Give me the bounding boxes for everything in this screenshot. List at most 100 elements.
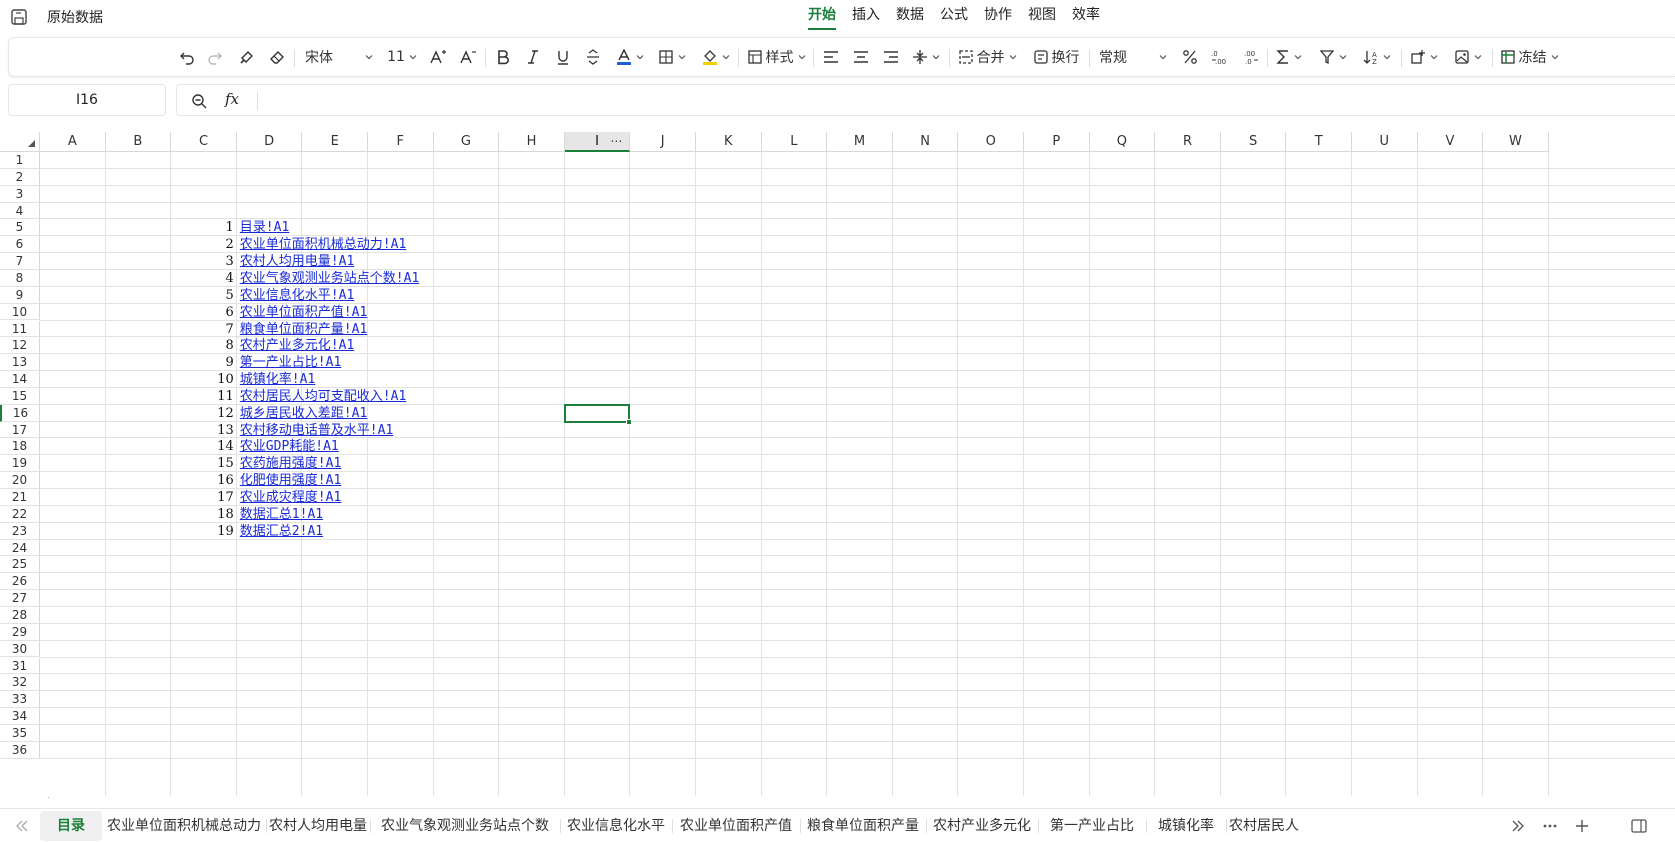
hyperlink-cell[interactable]: 数据汇总1!A1 <box>237 507 323 524</box>
align-left-button[interactable] <box>818 38 844 76</box>
menu-tab[interactable]: 视图 <box>1020 0 1064 34</box>
wrap-text-button[interactable]: 换行 <box>1028 38 1084 76</box>
hyperlink-cell[interactable]: 农村移动电话普及水平!A1 <box>237 423 393 440</box>
hyperlink-cell[interactable]: 农业GDP耗能!A1 <box>237 439 339 456</box>
increase-font-button[interactable] <box>425 38 451 76</box>
index-cell[interactable]: 18 <box>171 507 237 524</box>
hyperlink-cell[interactable]: 目录!A1 <box>237 220 289 237</box>
index-cell[interactable]: 5 <box>171 288 237 305</box>
row-header[interactable]: 31 <box>0 657 40 675</box>
filter-button[interactable] <box>1315 38 1351 76</box>
column-header[interactable]: T <box>1286 132 1352 152</box>
row-header[interactable]: 3 <box>0 185 40 203</box>
row-header[interactable]: 19 <box>0 455 40 473</box>
row-header[interactable]: 8 <box>0 269 40 287</box>
hyperlink-cell[interactable]: 粮食单位面积产量!A1 <box>237 322 367 339</box>
name-box[interactable]: I16 <box>8 84 166 116</box>
sheet-tab[interactable]: 农业单位面积机械总动力 <box>102 811 266 841</box>
row-header[interactable]: 9 <box>0 286 40 304</box>
column-header[interactable]: W <box>1483 132 1549 152</box>
hyperlink-cell[interactable]: 城镇化率!A1 <box>237 372 315 389</box>
selected-cell[interactable] <box>563 403 633 425</box>
row-header[interactable]: 12 <box>0 337 40 355</box>
menu-tab[interactable]: 插入 <box>844 0 888 34</box>
menu-tab[interactable]: 公式 <box>932 0 976 34</box>
row-header[interactable]: 25 <box>0 556 40 574</box>
freeze-panes-button[interactable]: 冻结 <box>1497 38 1561 76</box>
merge-cells-button[interactable]: 合并 <box>954 38 1020 76</box>
index-cell[interactable]: 6 <box>171 305 237 322</box>
more-sheets-button[interactable] <box>1536 811 1564 841</box>
underline-button[interactable] <box>550 38 576 76</box>
row-header[interactable]: 35 <box>0 724 40 742</box>
insert-cells-button[interactable] <box>1406 38 1442 76</box>
strikethrough-button[interactable] <box>580 38 606 76</box>
row-header[interactable]: 26 <box>0 573 40 591</box>
decrease-decimal-button[interactable]: .00.0 <box>1237 38 1263 76</box>
row-header[interactable]: 14 <box>0 371 40 388</box>
row-header[interactable]: 21 <box>0 489 40 506</box>
insert-image-button[interactable] <box>1450 38 1486 76</box>
row-header[interactable]: 33 <box>0 691 40 709</box>
index-cell[interactable]: 19 <box>171 524 237 541</box>
row-header[interactable]: 20 <box>0 472 40 489</box>
row-header[interactable]: 36 <box>0 741 40 759</box>
cell-style-button[interactable]: 样式 <box>744 38 808 76</box>
sheet-grid[interactable]: A B C D E F G H I ⋯ J K L M N O P Q R S T U V W 1 2 3 4 5 6 7 8 9 10 11 12… <box>0 132 1675 798</box>
row-header[interactable]: 18 <box>0 438 40 456</box>
index-cell[interactable]: 1 <box>171 220 237 237</box>
column-header[interactable]: M <box>827 132 893 152</box>
row-header[interactable]: 4 <box>0 202 40 220</box>
index-cell[interactable]: 12 <box>171 406 237 423</box>
column-header[interactable]: J <box>630 132 696 152</box>
row-header[interactable]: 24 <box>0 539 40 557</box>
row-header[interactable]: 16 <box>0 404 40 422</box>
index-cell[interactable]: 8 <box>171 338 237 355</box>
row-header[interactable]: 29 <box>0 623 40 641</box>
index-cell[interactable]: 4 <box>171 271 237 288</box>
column-header[interactable]: R <box>1155 132 1221 152</box>
sheet-tab[interactable]: 城镇化率 <box>1146 811 1226 841</box>
column-header[interactable]: A <box>40 132 106 152</box>
sheet-tab[interactable]: 农业气象观测业务站点个数 <box>370 811 560 841</box>
zoom-icon[interactable] <box>191 93 207 109</box>
bold-button[interactable] <box>490 38 516 76</box>
row-header[interactable]: 11 <box>0 320 40 338</box>
redo-button[interactable] <box>202 38 228 76</box>
column-header[interactable]: F <box>368 132 434 152</box>
row-header[interactable]: 30 <box>0 640 40 658</box>
format-painter-button[interactable] <box>234 38 260 76</box>
autosum-button[interactable] <box>1271 38 1307 76</box>
hyperlink-cell[interactable]: 农业成灾程度!A1 <box>237 490 341 507</box>
function-icon[interactable]: fx <box>225 90 239 108</box>
column-header[interactable]: E <box>302 132 368 152</box>
row-header[interactable]: 1 <box>0 152 40 169</box>
hyperlink-cell[interactable]: 农业单位面积产值!A1 <box>237 305 367 322</box>
save-icon[interactable] <box>10 8 28 26</box>
column-header[interactable]: U <box>1352 132 1418 152</box>
hyperlink-cell[interactable]: 数据汇总2!A1 <box>237 524 323 541</box>
index-cell[interactable]: 10 <box>171 372 237 389</box>
column-header[interactable]: C <box>171 132 237 152</box>
column-header[interactable]: B <box>105 132 172 152</box>
menu-tab[interactable]: 开始 <box>800 0 844 34</box>
row-header[interactable]: 6 <box>0 236 40 254</box>
decrease-font-button[interactable] <box>455 38 481 76</box>
row-header[interactable]: 2 <box>0 168 40 186</box>
column-header[interactable]: Q <box>1089 132 1156 152</box>
menu-tab[interactable]: 效率 <box>1064 0 1108 34</box>
align-center-button[interactable] <box>848 38 874 76</box>
row-header[interactable]: 34 <box>0 708 40 725</box>
column-header[interactable]: H <box>499 132 565 152</box>
sheet-tab[interactable]: 农村产业多元化 <box>926 811 1038 841</box>
horizontal-scrollbar[interactable]: ◀ <box>40 796 1675 798</box>
sheet-tab[interactable]: 农村人均用电量 <box>266 811 370 841</box>
row-header[interactable]: 13 <box>0 354 40 372</box>
hyperlink-cell[interactable]: 农村产业多元化!A1 <box>237 338 354 355</box>
add-sheet-button[interactable] <box>1568 811 1596 841</box>
undo-button[interactable] <box>174 38 200 76</box>
hyperlink-cell[interactable]: 农药施用强度!A1 <box>237 456 341 473</box>
borders-button[interactable] <box>654 38 690 76</box>
scroll-left-icon[interactable]: ◀ <box>42 796 49 798</box>
column-header[interactable]: G <box>433 132 500 152</box>
